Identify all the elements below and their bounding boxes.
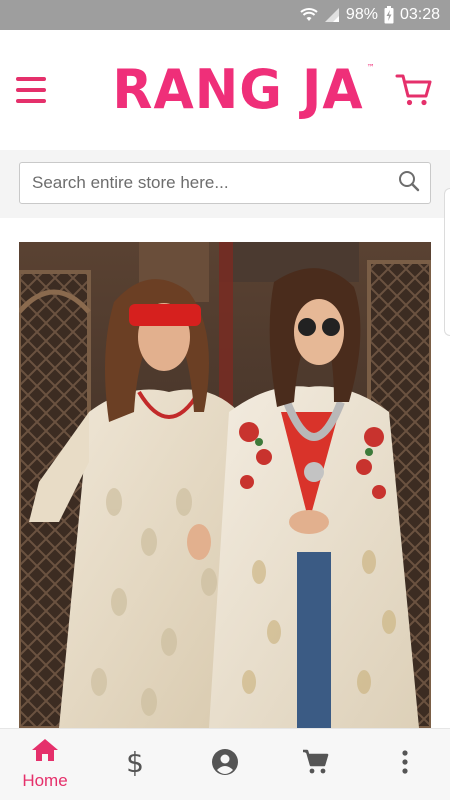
- nav-account[interactable]: [180, 729, 270, 800]
- logo-text: RANG JA: [112, 58, 364, 122]
- app-header: RANG JA ™: [0, 30, 450, 150]
- nav-more[interactable]: [360, 729, 450, 800]
- home-icon: [31, 738, 59, 767]
- account-icon: [211, 748, 239, 781]
- search-icon[interactable]: [398, 170, 420, 197]
- hamburger-menu-icon[interactable]: [16, 72, 52, 108]
- battery-charging-icon: [384, 6, 394, 24]
- status-time: 03:28: [399, 6, 440, 23]
- brand-logo[interactable]: RANG JA ™: [112, 58, 374, 122]
- nav-cart[interactable]: [270, 729, 360, 800]
- hero-banner-image[interactable]: [19, 242, 431, 728]
- dollar-icon: $: [125, 746, 145, 782]
- cart-icon: [301, 748, 329, 781]
- wifi-icon: [300, 7, 318, 23]
- side-drawer-handle[interactable]: [444, 188, 450, 336]
- bottom-navigation: Home $: [0, 728, 450, 800]
- signal-icon: [324, 7, 340, 23]
- nav-currency[interactable]: $: [90, 729, 180, 800]
- nav-home-label: Home: [22, 771, 68, 790]
- nav-home[interactable]: Home: [0, 729, 90, 800]
- svg-text:$: $: [126, 747, 144, 777]
- status-bar: 98% 03:28: [0, 0, 450, 30]
- search-input[interactable]: [32, 173, 398, 193]
- more-vertical-icon: [401, 750, 409, 779]
- cart-icon[interactable]: [394, 70, 434, 110]
- search-box[interactable]: [19, 162, 431, 204]
- battery-percent: 98%: [345, 6, 378, 23]
- search-bar: [0, 150, 450, 218]
- logo-trademark: ™: [366, 62, 376, 73]
